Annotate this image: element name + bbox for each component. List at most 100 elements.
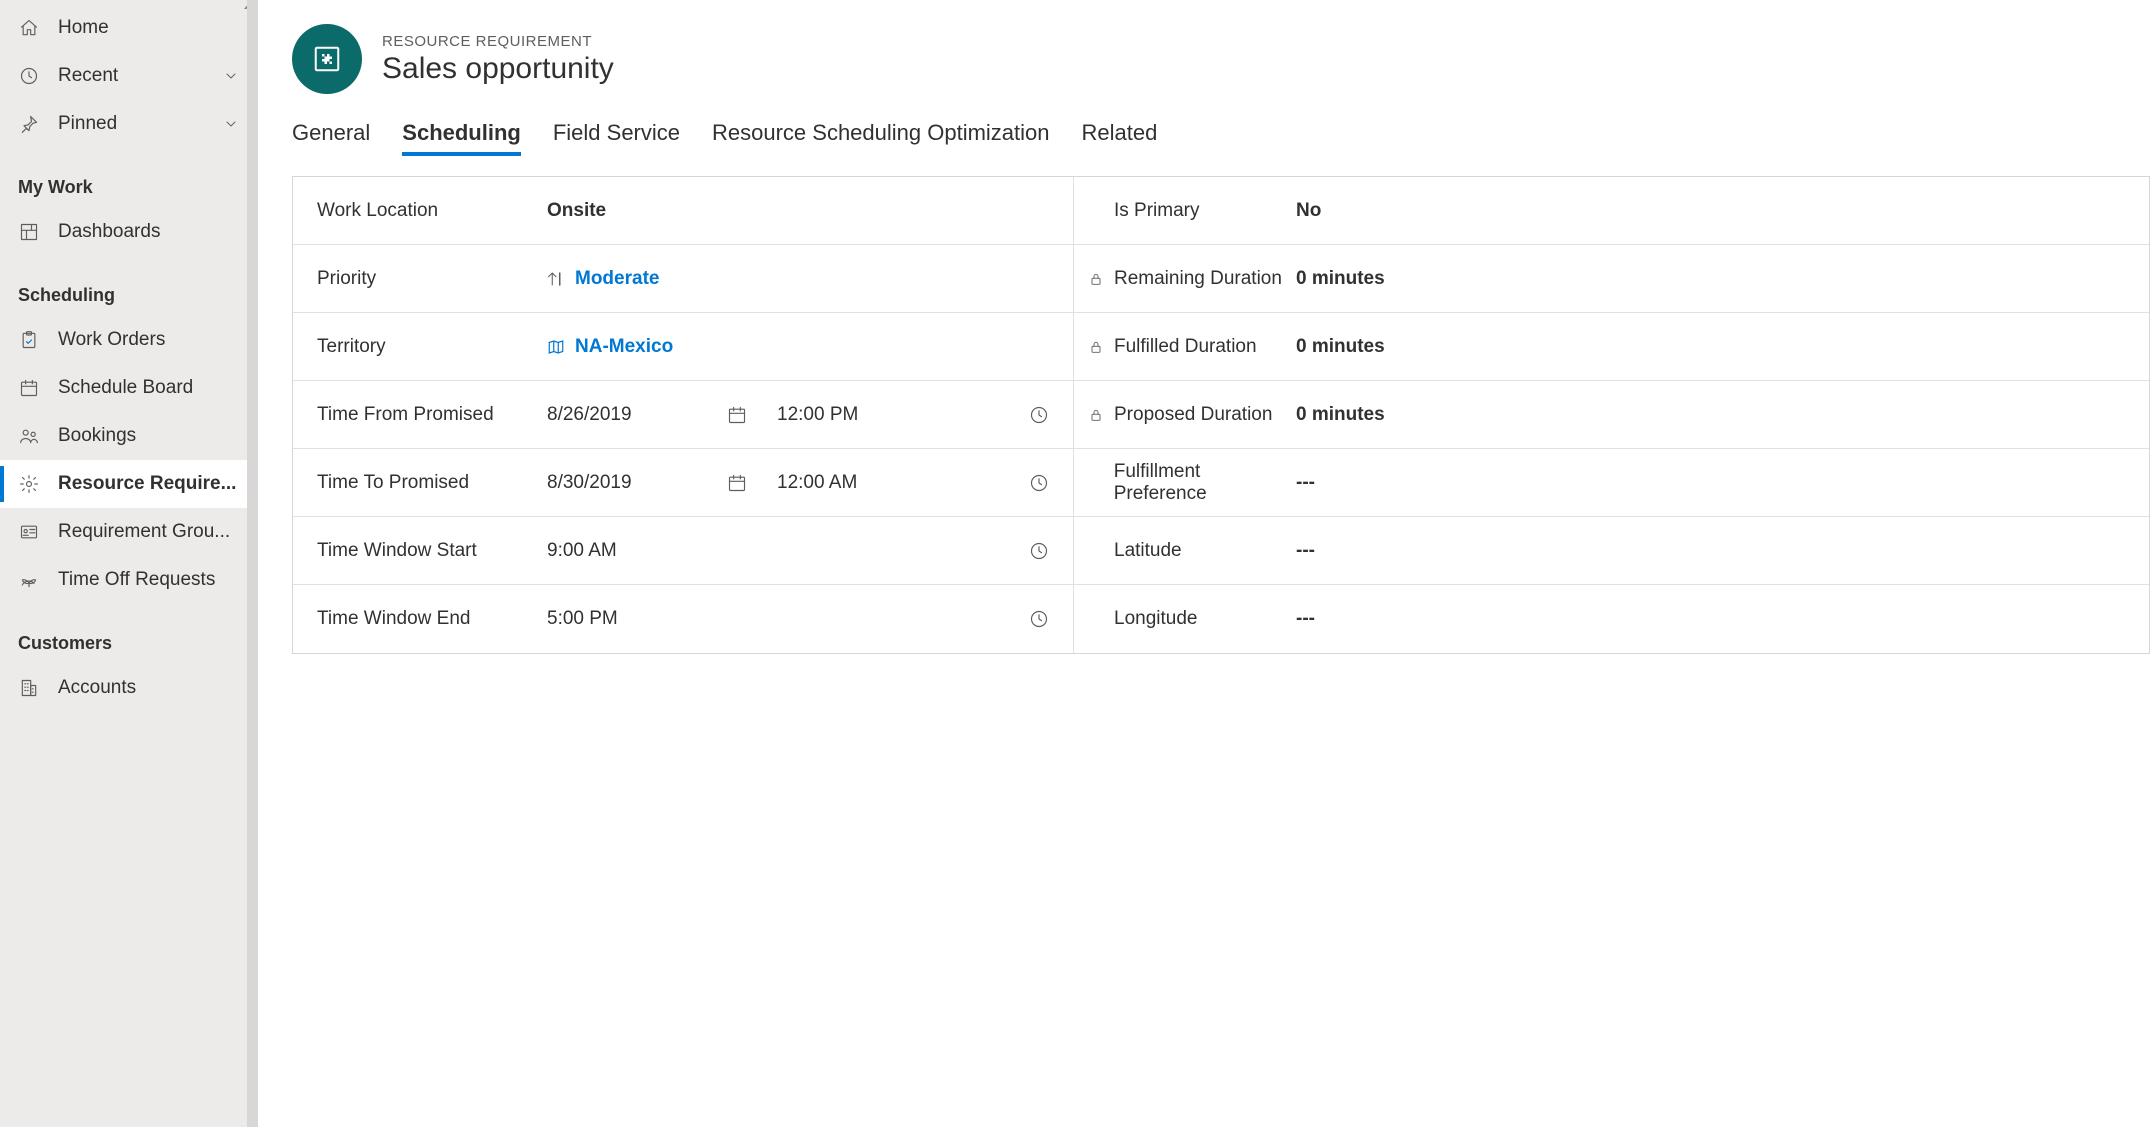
calendar-icon[interactable]	[727, 473, 747, 493]
page-title: Sales opportunity	[382, 52, 614, 86]
clock-icon	[18, 65, 40, 87]
field-label: Latitude	[1086, 540, 1296, 562]
time-field[interactable]: 12:00 PM	[747, 404, 1049, 426]
nav-label: Time Off Requests	[58, 569, 239, 591]
tab-related[interactable]: Related	[1082, 120, 1158, 156]
field-row: Time To Promised8/30/2019 12:00 AM	[293, 449, 1073, 517]
field-row: Time Window Start9:00 AM	[293, 517, 1073, 585]
field-value[interactable]: ---	[1296, 540, 2125, 562]
label-text: Fulfilled Duration	[1114, 336, 1257, 358]
nav-item[interactable]: Dashboards	[0, 208, 257, 256]
nav-label: Dashboards	[58, 221, 239, 243]
lookup-link[interactable]: NA-Mexico	[575, 336, 673, 358]
nav-label: Requirement Grou...	[58, 521, 239, 543]
field-label: Time Window Start	[317, 540, 547, 562]
lock-icon	[1086, 339, 1106, 355]
nav-item[interactable]: Schedule Board	[0, 364, 257, 412]
time-value: 5:00 PM	[547, 608, 618, 630]
nav-item[interactable]: Accounts	[0, 664, 257, 712]
tab-general[interactable]: General	[292, 120, 370, 156]
nav-item[interactable]: Bookings	[0, 412, 257, 460]
main-content: RESOURCE REQUIREMENT Sales opportunity G…	[258, 0, 2150, 1127]
form-column-right: Is PrimaryNoRemaining Duration0 minutesF…	[1073, 177, 2149, 653]
field-row: TerritoryNA-Mexico	[293, 313, 1073, 381]
home-icon	[18, 17, 40, 39]
field-value[interactable]: ---	[1296, 472, 2125, 494]
field-value[interactable]: No	[1296, 200, 2125, 222]
lookup-link[interactable]: Moderate	[575, 268, 659, 290]
calendar-icon[interactable]	[727, 405, 747, 425]
gear-icon	[18, 473, 40, 495]
field-value[interactable]: ---	[1296, 608, 2125, 630]
date-field[interactable]: 8/30/2019	[547, 472, 747, 494]
calendar-icon	[18, 377, 40, 399]
clock-icon[interactable]	[1029, 609, 1049, 629]
field-value[interactable]: Onsite	[547, 200, 1049, 222]
date-field[interactable]: 8/26/2019	[547, 404, 747, 426]
clock-icon[interactable]	[1029, 473, 1049, 493]
field-row: Time From Promised8/26/201912:00 PM	[293, 381, 1073, 449]
form-column-left: Work LocationOnsitePriorityModerateTerri…	[293, 177, 1073, 653]
nav-label: Bookings	[58, 425, 239, 447]
field-row: Remaining Duration0 minutes	[1074, 245, 2149, 313]
field-value: 0 minutes	[1296, 268, 2125, 290]
field-label: Fulfillment Preference	[1086, 461, 1296, 505]
record-header: RESOURCE REQUIREMENT Sales opportunity	[292, 24, 2150, 94]
chevron-down-icon	[223, 116, 239, 132]
lookup-field[interactable]: NA-Mexico	[547, 336, 1049, 358]
clipboard-icon	[18, 329, 40, 351]
clock-icon[interactable]	[1029, 405, 1049, 425]
field-value: 0 minutes	[1296, 404, 2125, 426]
tab-resource-scheduling-optimization[interactable]: Resource Scheduling Optimization	[712, 120, 1050, 156]
nav-label: Pinned	[58, 113, 223, 135]
time-field[interactable]: 12:00 AM	[747, 472, 1049, 494]
tab-list: General Scheduling Field Service Resource S…	[292, 120, 2150, 156]
chevron-down-icon	[223, 68, 239, 84]
dashboard-icon	[18, 221, 40, 243]
nav-label: Recent	[58, 65, 223, 87]
field-row: Latitude ---	[1074, 517, 2149, 585]
form-panel: Work LocationOnsitePriorityModerateTerri…	[292, 176, 2150, 654]
people-icon	[18, 425, 40, 447]
tab-scheduling[interactable]: Scheduling	[402, 120, 521, 156]
field-label: Fulfilled Duration	[1086, 336, 1296, 358]
clock-icon[interactable]	[1029, 541, 1049, 561]
time-value: 9:00 AM	[547, 540, 617, 562]
label-text: Latitude	[1114, 540, 1182, 562]
field-row: Is PrimaryNo	[1074, 177, 2149, 245]
field-row: Time Window End5:00 PM	[293, 585, 1073, 653]
nav-item-home[interactable]: Home	[0, 4, 257, 52]
entity-type-label: RESOURCE REQUIREMENT	[382, 33, 614, 50]
field-label: Time Window End	[317, 608, 547, 630]
card-icon	[18, 521, 40, 543]
building-icon	[18, 677, 40, 699]
time-field[interactable]: 9:00 AM	[547, 540, 1049, 562]
field-row: Proposed Duration 0 minutes	[1074, 381, 2149, 449]
tab-field-service[interactable]: Field Service	[553, 120, 680, 156]
nav-label: Resource Require...	[58, 473, 239, 495]
field-row: Fulfillment Preference---	[1074, 449, 2149, 517]
label-text: Proposed Duration	[1114, 404, 1272, 426]
nav-item-pinned[interactable]: Pinned	[0, 100, 257, 148]
label-text: Fulfillment Preference	[1114, 461, 1296, 505]
nav-item-recent[interactable]: Recent	[0, 52, 257, 100]
nav-item[interactable]: Work Orders	[0, 316, 257, 364]
nav-item[interactable]: Requirement Grou...	[0, 508, 257, 556]
nav-label: Work Orders	[58, 329, 239, 351]
field-row: PriorityModerate	[293, 245, 1073, 313]
field-label: Time From Promised	[317, 404, 547, 426]
nav-item[interactable]: Time Off Requests	[0, 556, 257, 604]
time-field[interactable]: 5:00 PM	[547, 608, 1049, 630]
time-value: 12:00 AM	[777, 472, 857, 494]
field-label: Longitude	[1086, 608, 1296, 630]
lookup-field[interactable]: Moderate	[547, 268, 1049, 290]
field-row: Fulfilled Duration0 minutes	[1074, 313, 2149, 381]
nav-item[interactable]: Resource Require...	[0, 460, 257, 508]
label-text: Longitude	[1114, 608, 1197, 630]
field-label: Proposed Duration	[1086, 404, 1296, 426]
nav-label: Accounts	[58, 677, 239, 699]
timeoff-icon	[18, 569, 40, 591]
field-label: Time To Promised	[317, 472, 547, 494]
field-row: Longitude ---	[1074, 585, 2149, 653]
nav-label: Schedule Board	[58, 377, 239, 399]
